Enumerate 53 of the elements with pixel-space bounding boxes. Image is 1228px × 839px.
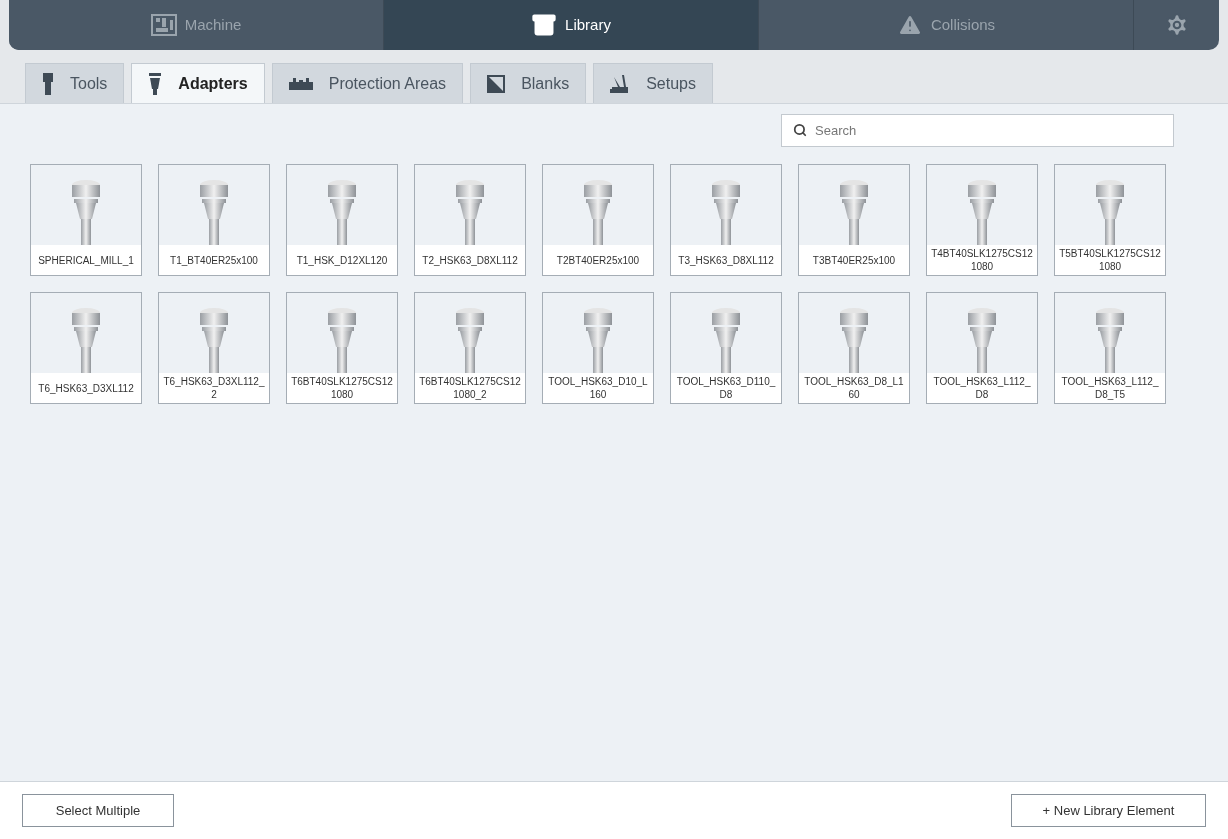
library-item-card[interactable]: T2_HSK63_D8XL112 [414, 164, 526, 276]
select-multiple-button[interactable]: Select Multiple [22, 794, 174, 827]
library-item-card[interactable]: TOOL_HSK63_L112_D8_T5 [1054, 292, 1166, 404]
library-item-card[interactable]: T1_HSK_D12XL120 [286, 164, 398, 276]
item-label: T1_HSK_D12XL120 [296, 253, 388, 267]
library-item-card[interactable]: T6_HSK63_D3XL112_2 [158, 292, 270, 404]
new-library-element-button[interactable]: + New Library Element [1011, 794, 1206, 827]
item-label: T5BT40SLK1275CS121080 [1059, 247, 1161, 273]
item-label: T4BT40SLK1275CS121080 [931, 247, 1033, 273]
library-item-card[interactable]: SPHERICAL_MILL_1 [30, 164, 142, 276]
tool-icon [42, 72, 54, 95]
library-item-card[interactable]: T4BT40SLK1275CS121080 [926, 164, 1038, 276]
item-label: SPHERICAL_MILL_1 [38, 253, 134, 267]
category-tab[interactable]: Setups [593, 63, 713, 103]
item-label: T3BT40ER25x100 [812, 253, 896, 267]
item-label: TOOL_HSK63_L112_D8 [932, 375, 1032, 401]
search-field[interactable]: Search [781, 114, 1174, 147]
library-item-card[interactable]: TOOL_HSK63_D110_D8 [670, 292, 782, 404]
search-icon [793, 123, 807, 137]
category-tab[interactable]: Tools [25, 63, 125, 103]
library-item-card[interactable]: T3_HSK63_D8XL112 [670, 164, 782, 276]
library-item-card[interactable]: T2BT40ER25x100 [542, 164, 654, 276]
library-item-card[interactable]: T5BT40SLK1275CS121080 [1054, 164, 1166, 276]
machine-icon [150, 14, 177, 36]
category-tab[interactable]: Blanks [470, 63, 587, 103]
library-item-card[interactable]: T6BT40SLK1275CS121080_2 [414, 292, 526, 404]
protection-icon [288, 77, 313, 90]
library-item-card[interactable]: T1_BT40ER25x100 [158, 164, 270, 276]
library-item-card[interactable]: T3BT40ER25x100 [798, 164, 910, 276]
library-item-card[interactable]: T6BT40SLK1275CS121080 [286, 292, 398, 404]
setup-icon [610, 74, 631, 93]
category-tab[interactable]: Adapters [131, 63, 265, 103]
category-tab[interactable]: Protection Areas [271, 63, 464, 103]
blank-icon [487, 74, 506, 93]
library-item-card[interactable]: TOOL_HSK63_D8_L160 [798, 292, 910, 404]
item-label: T2_HSK63_D8XL112 [422, 253, 518, 267]
adapter-icon [148, 72, 163, 95]
item-label: T6_HSK63_D3XL112 [38, 381, 134, 395]
library-item-card[interactable]: TOOL_HSK63_D10_L160 [542, 292, 654, 404]
item-label: TOOL_HSK63_D10_L160 [547, 375, 649, 401]
nav-tab[interactable]: Library [384, 0, 759, 50]
item-label: TOOL_HSK63_D110_D8 [675, 375, 777, 401]
library-item-card[interactable]: T6_HSK63_D3XL112 [30, 292, 142, 404]
library-item-card[interactable]: TOOL_HSK63_L112_D8 [926, 292, 1038, 404]
item-label: T6_HSK63_D3XL112_2 [163, 375, 265, 401]
item-label: T6BT40SLK1275CS121080 [291, 375, 393, 401]
archive-icon [531, 12, 558, 38]
item-label: TOOL_HSK63_L112_D8_T5 [1060, 375, 1160, 401]
item-label: T2BT40ER25x100 [556, 253, 640, 267]
item-label: T1_BT40ER25x100 [170, 253, 258, 267]
item-label: T6BT40SLK1275CS121080_2 [419, 375, 521, 401]
item-label: TOOL_HSK63_D8_L160 [803, 375, 905, 401]
item-label: T3_HSK63_D8XL112 [678, 253, 774, 267]
